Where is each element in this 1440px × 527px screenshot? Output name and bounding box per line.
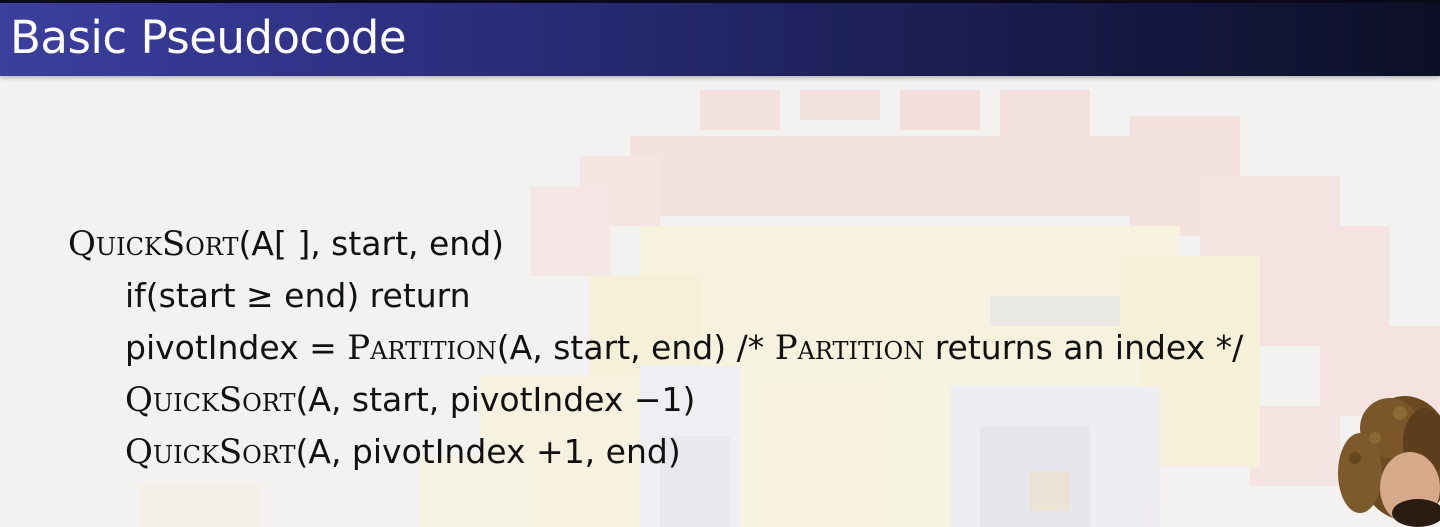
code-line-4: QuickSort(A, start, pivotIndex −1) bbox=[68, 374, 1243, 426]
code-line-5: QuickSort(A, pivotIndex +1, end) bbox=[68, 426, 1243, 478]
code-text: if(start ≥ end) return bbox=[125, 276, 471, 315]
code-text: (A[ ], start, end) bbox=[238, 224, 505, 263]
code-line-1: QuickSort(A[ ], start, end) bbox=[68, 218, 1243, 270]
code-line-3: pivotIndex = Partition(A, start, end) /*… bbox=[68, 322, 1243, 374]
code-text: returns an index */ bbox=[924, 328, 1244, 367]
code-text: (A, start, end) /* bbox=[496, 328, 775, 367]
code-text: (A, start, pivotIndex −1) bbox=[295, 380, 696, 419]
function-name: QuickSort bbox=[125, 380, 296, 420]
code-text: (A, pivotIndex +1, end) bbox=[295, 432, 681, 471]
code-text: pivotIndex = bbox=[125, 328, 348, 367]
function-name: Partition bbox=[774, 328, 925, 368]
function-name: QuickSort bbox=[68, 224, 239, 264]
slide: Basic Pseudocode QuickSort(A[], start, … bbox=[0, 0, 1440, 527]
presenter-webcam bbox=[1338, 396, 1440, 527]
pseudocode-block: QuickSort(A[ ], start, end) if(start ≥ e… bbox=[68, 218, 1243, 478]
slide-title: Basic Pseudocode bbox=[10, 11, 407, 64]
code-line-2: if(start ≥ end) return bbox=[68, 270, 1243, 322]
function-name: Partition bbox=[347, 328, 497, 368]
function-name: QuickSort bbox=[125, 432, 296, 472]
title-bar: Basic Pseudocode bbox=[0, 0, 1440, 76]
